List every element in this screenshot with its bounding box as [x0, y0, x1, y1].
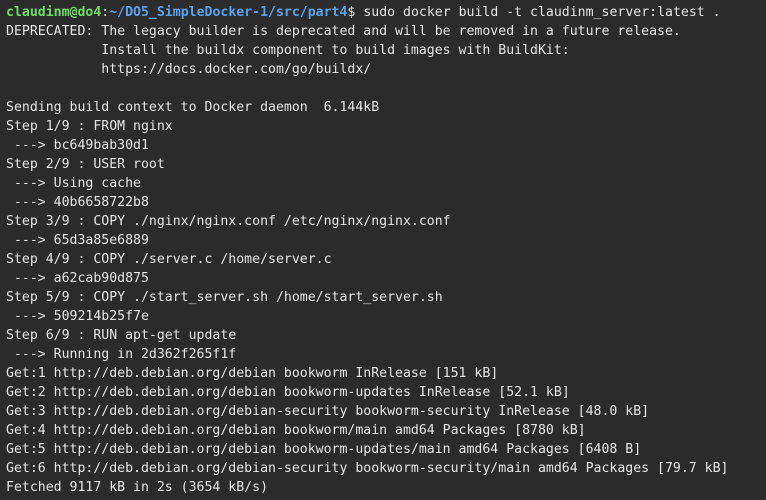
output-line: Step 2/9 : USER root — [6, 157, 165, 172]
output-line: DEPRECATED: The legacy builder is deprec… — [6, 24, 681, 39]
output-line: Step 1/9 : FROM nginx — [6, 119, 173, 134]
prompt-line: claudinm@do4:~/DO5_SimpleDocker-1/src/pa… — [6, 3, 760, 22]
output-line: ---> 65d3a85e6889 — [6, 233, 149, 248]
terminal-window[interactable]: claudinm@do4:~/DO5_SimpleDocker-1/src/pa… — [0, 0, 766, 500]
output-line: https://docs.docker.com/go/buildx/ — [6, 62, 372, 77]
output-line: ---> Running in 2d362f265f1f — [6, 347, 237, 362]
output-line: ---> 509214b25f7e — [6, 309, 149, 324]
output-line: Step 5/9 : COPY ./start_server.sh /home/… — [6, 290, 443, 305]
output-line: Step 4/9 : COPY ./server.c /home/server.… — [6, 252, 332, 267]
output-line: Sending build context to Docker daemon 6… — [6, 100, 380, 115]
output-line: Step 6/9 : RUN apt-get update — [6, 328, 237, 343]
prompt-symbol: $ — [347, 5, 364, 20]
output-line: ---> a62cab90d875 — [6, 271, 149, 286]
prompt-command: sudo docker build -t claudinm_server:lat… — [363, 5, 721, 20]
output-line: Fetched 9117 kB in 2s (3654 kB/s) — [6, 480, 269, 495]
prompt-user-host: claudinm@do4 — [6, 5, 102, 20]
output-line: Step 3/9 : COPY ./nginx/nginx.conf /etc/… — [6, 214, 451, 229]
output-line: ---> bc649bab30d1 — [6, 138, 149, 153]
output-line: Install the buildx component to build im… — [6, 43, 570, 58]
output-line: ---> Using cache — [6, 176, 141, 191]
output-line: Get:4 http://deb.debian.org/debian bookw… — [6, 423, 586, 438]
output-line: Get:2 http://deb.debian.org/debian bookw… — [6, 385, 570, 400]
output-line: ---> 40b6658722b8 — [6, 195, 149, 210]
prompt-path: ~/DO5_SimpleDocker-1/src/part4 — [109, 5, 348, 20]
output-line: Get:5 http://deb.debian.org/debian bookw… — [6, 442, 642, 457]
output-line: Get:1 http://deb.debian.org/debian bookw… — [6, 366, 499, 381]
output-line: Get:3 http://deb.debian.org/debian-secur… — [6, 404, 650, 419]
output-line: Get:6 http://deb.debian.org/debian-secur… — [6, 461, 729, 476]
